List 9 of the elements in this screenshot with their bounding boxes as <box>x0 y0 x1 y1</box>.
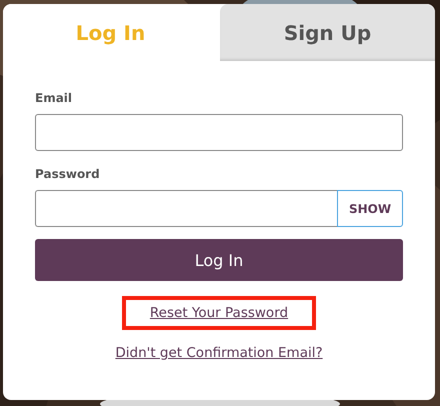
tab[interactable]: Sign Up <box>220 4 435 61</box>
password-field[interactable] <box>35 190 337 227</box>
link[interactable]: Reset Your Password <box>122 296 316 330</box>
field-label: Email <box>35 91 74 105</box>
link[interactable]: Didn't get Confirmation Email? <box>87 336 351 370</box>
email-field[interactable] <box>35 114 403 151</box>
field-label: Password <box>35 167 101 181</box>
login-button[interactable]: Log In <box>35 239 403 281</box>
show-password-button[interactable]: SHOW <box>337 190 403 227</box>
